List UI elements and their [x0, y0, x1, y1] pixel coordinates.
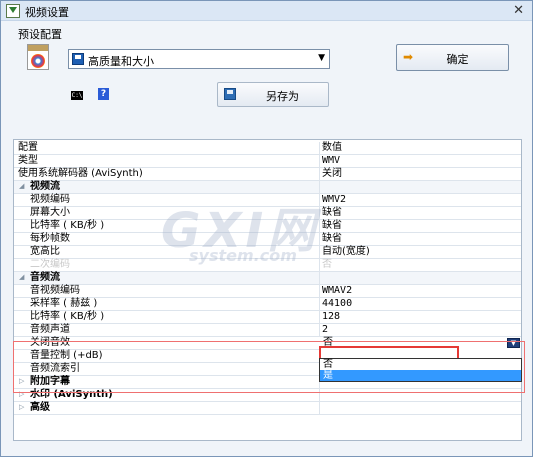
grid-row-key: 屏幕大小: [30, 207, 70, 218]
grid-row[interactable]: 比特率 ( KB/秒 ) 128: [14, 311, 521, 324]
grid-row[interactable]: 使用系统解码器 (AviSynth) 关闭: [14, 168, 521, 181]
grid-row-key: 使用系统解码器 (AviSynth): [18, 168, 143, 179]
grid-row[interactable]: 音频声道 2: [14, 324, 521, 337]
grid-row-value: 自动(宽度): [322, 246, 370, 257]
grid-row-value: 128: [322, 311, 341, 322]
grid-row[interactable]: 二次编码 否: [14, 259, 521, 272]
grid-row[interactable]: 音视频编码 WMAV2: [14, 285, 521, 298]
grid-row[interactable]: 屏幕大小 缺省: [14, 207, 521, 220]
expanded-arrow-icon[interactable]: ◢: [19, 182, 24, 190]
grid-row[interactable]: 比特率 ( KB/秒 ) 缺省: [14, 220, 521, 233]
grid-row[interactable]: 宽高比 自动(宽度): [14, 246, 521, 259]
grid-row-key: 视频编码: [30, 194, 70, 205]
app-icon: [6, 4, 20, 18]
header-value: 数值: [322, 142, 342, 153]
grid-row[interactable]: 视频编码 WMV2: [14, 194, 521, 207]
grid-row-value: 关闭: [322, 168, 342, 179]
collapsed-arrow-icon[interactable]: ▷: [19, 403, 24, 411]
grid-row-value: 缺省: [322, 220, 342, 231]
grid-row[interactable]: 采样率 ( 赫兹 ) 44100: [14, 298, 521, 311]
grid-row-key: 视频流: [30, 181, 60, 192]
property-grid: 配置 数值 类型 WMV 使用系统解码器 (AviSynth) 关闭 ◢ 视频流视频编码 W…: [13, 139, 522, 441]
grid-row-key: 比特率 ( KB/秒 ): [30, 311, 105, 322]
grid-section[interactable]: ◢ 音频流: [14, 272, 521, 285]
floppy-disk-icon: [224, 88, 236, 100]
grid-row[interactable]: 每秒帧数 缺省: [14, 233, 521, 246]
preset-dropdown[interactable]: 高质量和大小 ▼: [68, 49, 330, 69]
close-button[interactable]: ✕: [513, 3, 524, 18]
grid-row-key: 音频流: [30, 272, 60, 283]
save-as-button[interactable]: 另存为: [217, 82, 329, 107]
grid-row-value: 2: [322, 324, 329, 335]
grid-row-key: 采样率 ( 赫兹 ): [30, 298, 98, 309]
grid-collapsed-section[interactable]: ▷ 高级: [14, 402, 521, 415]
expanded-arrow-icon[interactable]: ◢: [19, 273, 24, 281]
preset-value: 高质量和大小: [88, 55, 154, 68]
grid-row[interactable]: 类型 WMV: [14, 155, 521, 168]
grid-row-key: 比特率 ( KB/秒 ): [30, 220, 105, 231]
dropdown-list[interactable]: 否 是: [319, 358, 522, 382]
command-line-icon[interactable]: C:\: [71, 91, 83, 100]
grid-header: 配置 数值: [14, 142, 521, 155]
grid-row-value: 缺省: [322, 233, 342, 244]
help-icon[interactable]: ?: [98, 88, 109, 100]
grid-row-value: WMAV2: [322, 285, 353, 296]
grid-section[interactable]: ◢ 视频流: [14, 181, 521, 194]
grid-row-value: WMV2: [322, 194, 347, 205]
dropdown-option-yes[interactable]: 是: [320, 370, 521, 381]
title-bar: 视频设置 ✕: [1, 1, 532, 21]
grid-row-value: 否: [322, 259, 332, 270]
grid-row-key: 类型: [18, 155, 38, 166]
grid-row-value: 缺省: [322, 207, 342, 218]
grid-row-key: 音视频编码: [30, 285, 80, 296]
grid-row-value: 44100: [322, 298, 353, 309]
grid-row-key: 音频声道: [30, 324, 70, 335]
window-title: 视频设置: [25, 6, 69, 19]
video-settings-window: 视频设置 ✕ 预设配置 高质量和大小 ▼ ➡ 确定 C:\ ? 另存为 配置 数…: [0, 0, 533, 457]
chevron-down-icon: ▼: [318, 53, 325, 63]
preset-icon: [72, 53, 84, 65]
grid-row-key: 二次编码: [30, 259, 70, 270]
header-key: 配置: [18, 142, 38, 153]
ok-button[interactable]: ➡ 确定: [396, 44, 509, 71]
grid-row-key: 宽高比: [30, 246, 60, 257]
ok-label: 确定: [446, 53, 469, 66]
grid-row-key: 高级: [30, 402, 50, 413]
grid-row-value: WMV: [322, 155, 341, 166]
preset-label: 预设配置: [18, 28, 62, 41]
save-as-label: 另存为: [266, 90, 299, 103]
grid-row-key: 每秒帧数: [30, 233, 70, 244]
wmv-file-icon: [27, 44, 49, 70]
dropdown-option-no[interactable]: 否: [320, 359, 521, 370]
